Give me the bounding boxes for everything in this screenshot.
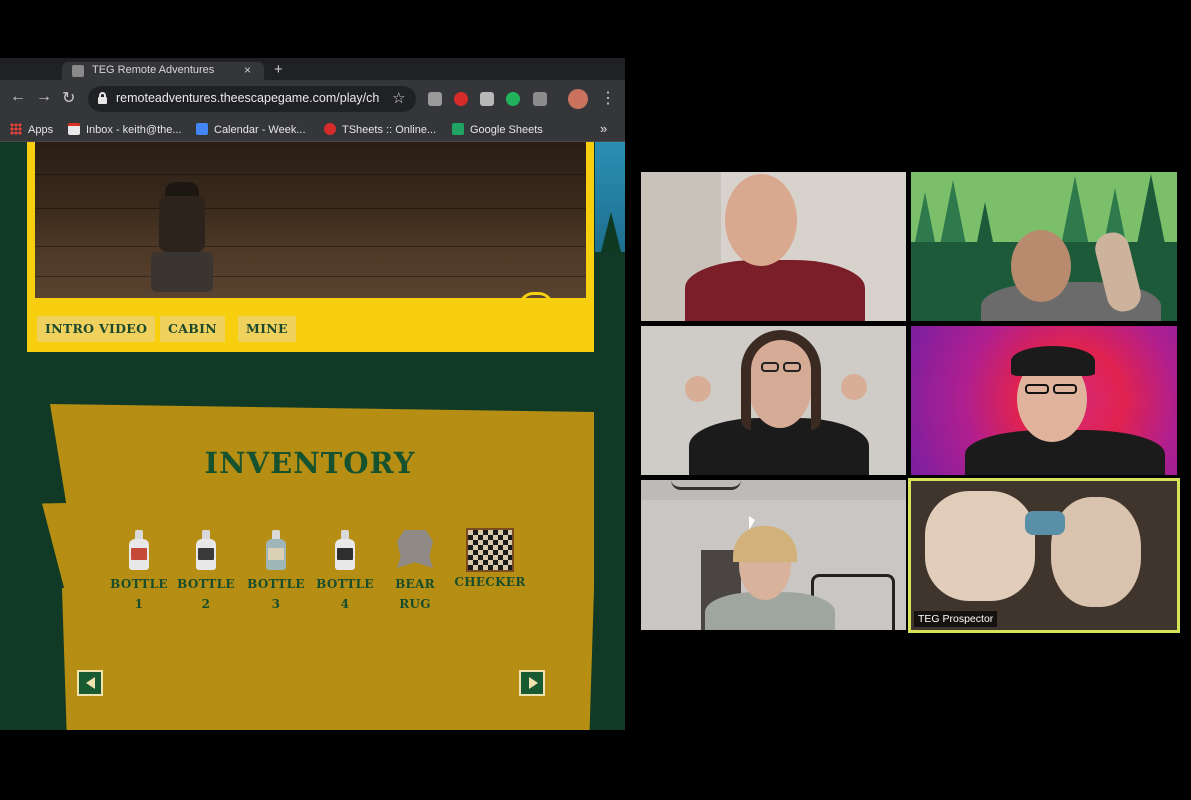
bookmark-google-sheets[interactable]: Google Sheets — [452, 123, 543, 136]
inventory-item-checker[interactable]: CHECKER — [450, 528, 530, 592]
bear-rug-icon — [397, 530, 433, 568]
mouse-cursor-icon — [749, 516, 755, 530]
scene-video[interactable] — [35, 142, 586, 298]
lock-icon — [98, 92, 107, 104]
game-page: INTRO VIDEO CABIN MINE INVENTORY BOTTLE … — [0, 142, 625, 730]
tab-title: TEG Remote Adventures — [92, 64, 215, 76]
bookmark-inbox[interactable]: Inbox - keith@the... — [68, 123, 182, 136]
location-extension-icon[interactable] — [533, 92, 547, 106]
inventory-item-bottle-3[interactable]: BOTTLE 3 — [241, 530, 311, 614]
participant-tile-4[interactable] — [911, 326, 1177, 475]
bottle-icon — [127, 530, 151, 570]
browser-tab[interactable]: TEG Remote Adventures × — [62, 62, 264, 80]
participant-name-tag: TEG Prospector — [914, 611, 998, 627]
inventory-item-bear-rug[interactable]: BEAR RUG — [380, 530, 450, 614]
forward-icon[interactable]: → — [36, 88, 52, 106]
calendar-icon — [196, 123, 208, 135]
bookmarks-overflow-icon[interactable]: » — [600, 121, 607, 136]
inventory-next-button[interactable] — [519, 670, 545, 696]
checker-board-icon — [466, 528, 514, 572]
tsheets-icon — [324, 123, 336, 135]
camera-extension-icon[interactable] — [428, 92, 442, 106]
reload-icon[interactable]: ↻ — [62, 88, 75, 108]
scene-video-frame: INTRO VIDEO CABIN MINE — [27, 142, 594, 352]
arrow-right-icon — [529, 677, 538, 689]
intro-video-button[interactable]: INTRO VIDEO — [37, 316, 156, 342]
cabin-button[interactable]: CABIN — [160, 316, 225, 342]
participant-tile-5[interactable] — [641, 480, 906, 630]
participant-tile-2[interactable] — [911, 172, 1177, 321]
inventory-item-bottle-1[interactable]: BOTTLE 1 — [104, 530, 174, 614]
bookmark-calendar[interactable]: Calendar - Week... — [196, 123, 306, 136]
browser-toolbar: ← → ↻ remoteadventures.theescapegame.com… — [0, 80, 625, 118]
bottle-icon — [264, 530, 288, 570]
new-tab-button[interactable]: + — [274, 61, 283, 78]
gmail-icon — [68, 123, 80, 135]
pinterest-extension-icon[interactable] — [454, 92, 468, 106]
participant-tile-3[interactable] — [641, 326, 906, 475]
tab-strip: TEG Remote Adventures × + — [0, 58, 625, 80]
tab-close-icon[interactable]: × — [244, 63, 251, 77]
url-text[interactable]: remoteadventures.theescapegame.com/play/… — [116, 91, 380, 105]
participant-tile-1[interactable] — [641, 172, 906, 321]
extension-icon[interactable] — [480, 92, 494, 106]
profile-avatar[interactable] — [568, 89, 588, 109]
back-icon[interactable]: ← — [10, 88, 26, 106]
bookmark-apps[interactable]: Apps — [10, 123, 53, 136]
hotspot-ring[interactable] — [519, 292, 553, 298]
browser-menu-icon[interactable]: ⋮ — [600, 88, 616, 108]
browser-window: TEG Remote Adventures × + ← → ↻ remotead… — [0, 58, 625, 730]
lantern-icon — [147, 182, 217, 298]
side-scenery — [595, 142, 625, 730]
sheets-icon — [452, 123, 464, 135]
bottle-icon — [194, 530, 218, 570]
arrow-left-icon — [86, 677, 95, 689]
apps-grid-icon — [10, 123, 22, 135]
tab-favicon-icon — [72, 65, 84, 77]
inventory-prev-button[interactable] — [77, 670, 103, 696]
bookmark-star-icon[interactable]: ☆ — [392, 89, 405, 107]
pine-tree-icon — [601, 212, 621, 252]
inventory-item-bottle-2[interactable]: BOTTLE 2 — [171, 530, 241, 614]
bookmarks-bar: Apps Inbox - keith@the... Calendar - Wee… — [0, 118, 625, 142]
participant-tile-active[interactable]: TEG Prospector — [908, 478, 1180, 633]
bottle-icon — [333, 530, 357, 570]
grammarly-extension-icon[interactable] — [506, 92, 520, 106]
address-bar[interactable]: remoteadventures.theescapegame.com/play/… — [88, 86, 416, 112]
inventory-item-bottle-4[interactable]: BOTTLE 4 — [310, 530, 380, 614]
mine-button[interactable]: MINE — [238, 316, 296, 342]
inventory-title: INVENTORY — [204, 446, 416, 480]
bookmark-tsheets[interactable]: TSheets :: Online... — [324, 123, 436, 136]
